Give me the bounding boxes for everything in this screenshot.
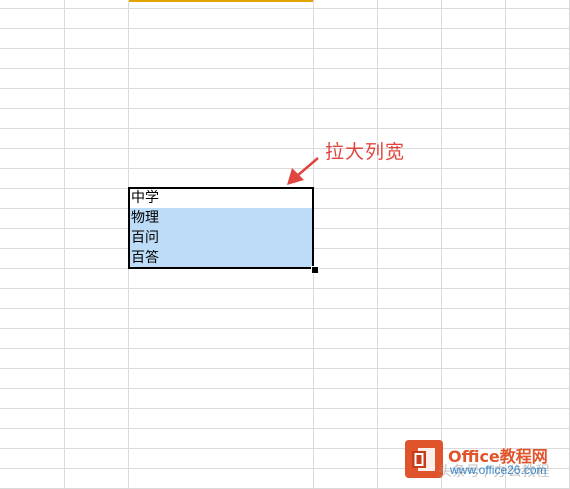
watermark-url: www.office26.com [450, 463, 547, 477]
annotation-arrow-icon [287, 157, 319, 185]
annotation-label: 拉大列宽 [325, 141, 406, 163]
